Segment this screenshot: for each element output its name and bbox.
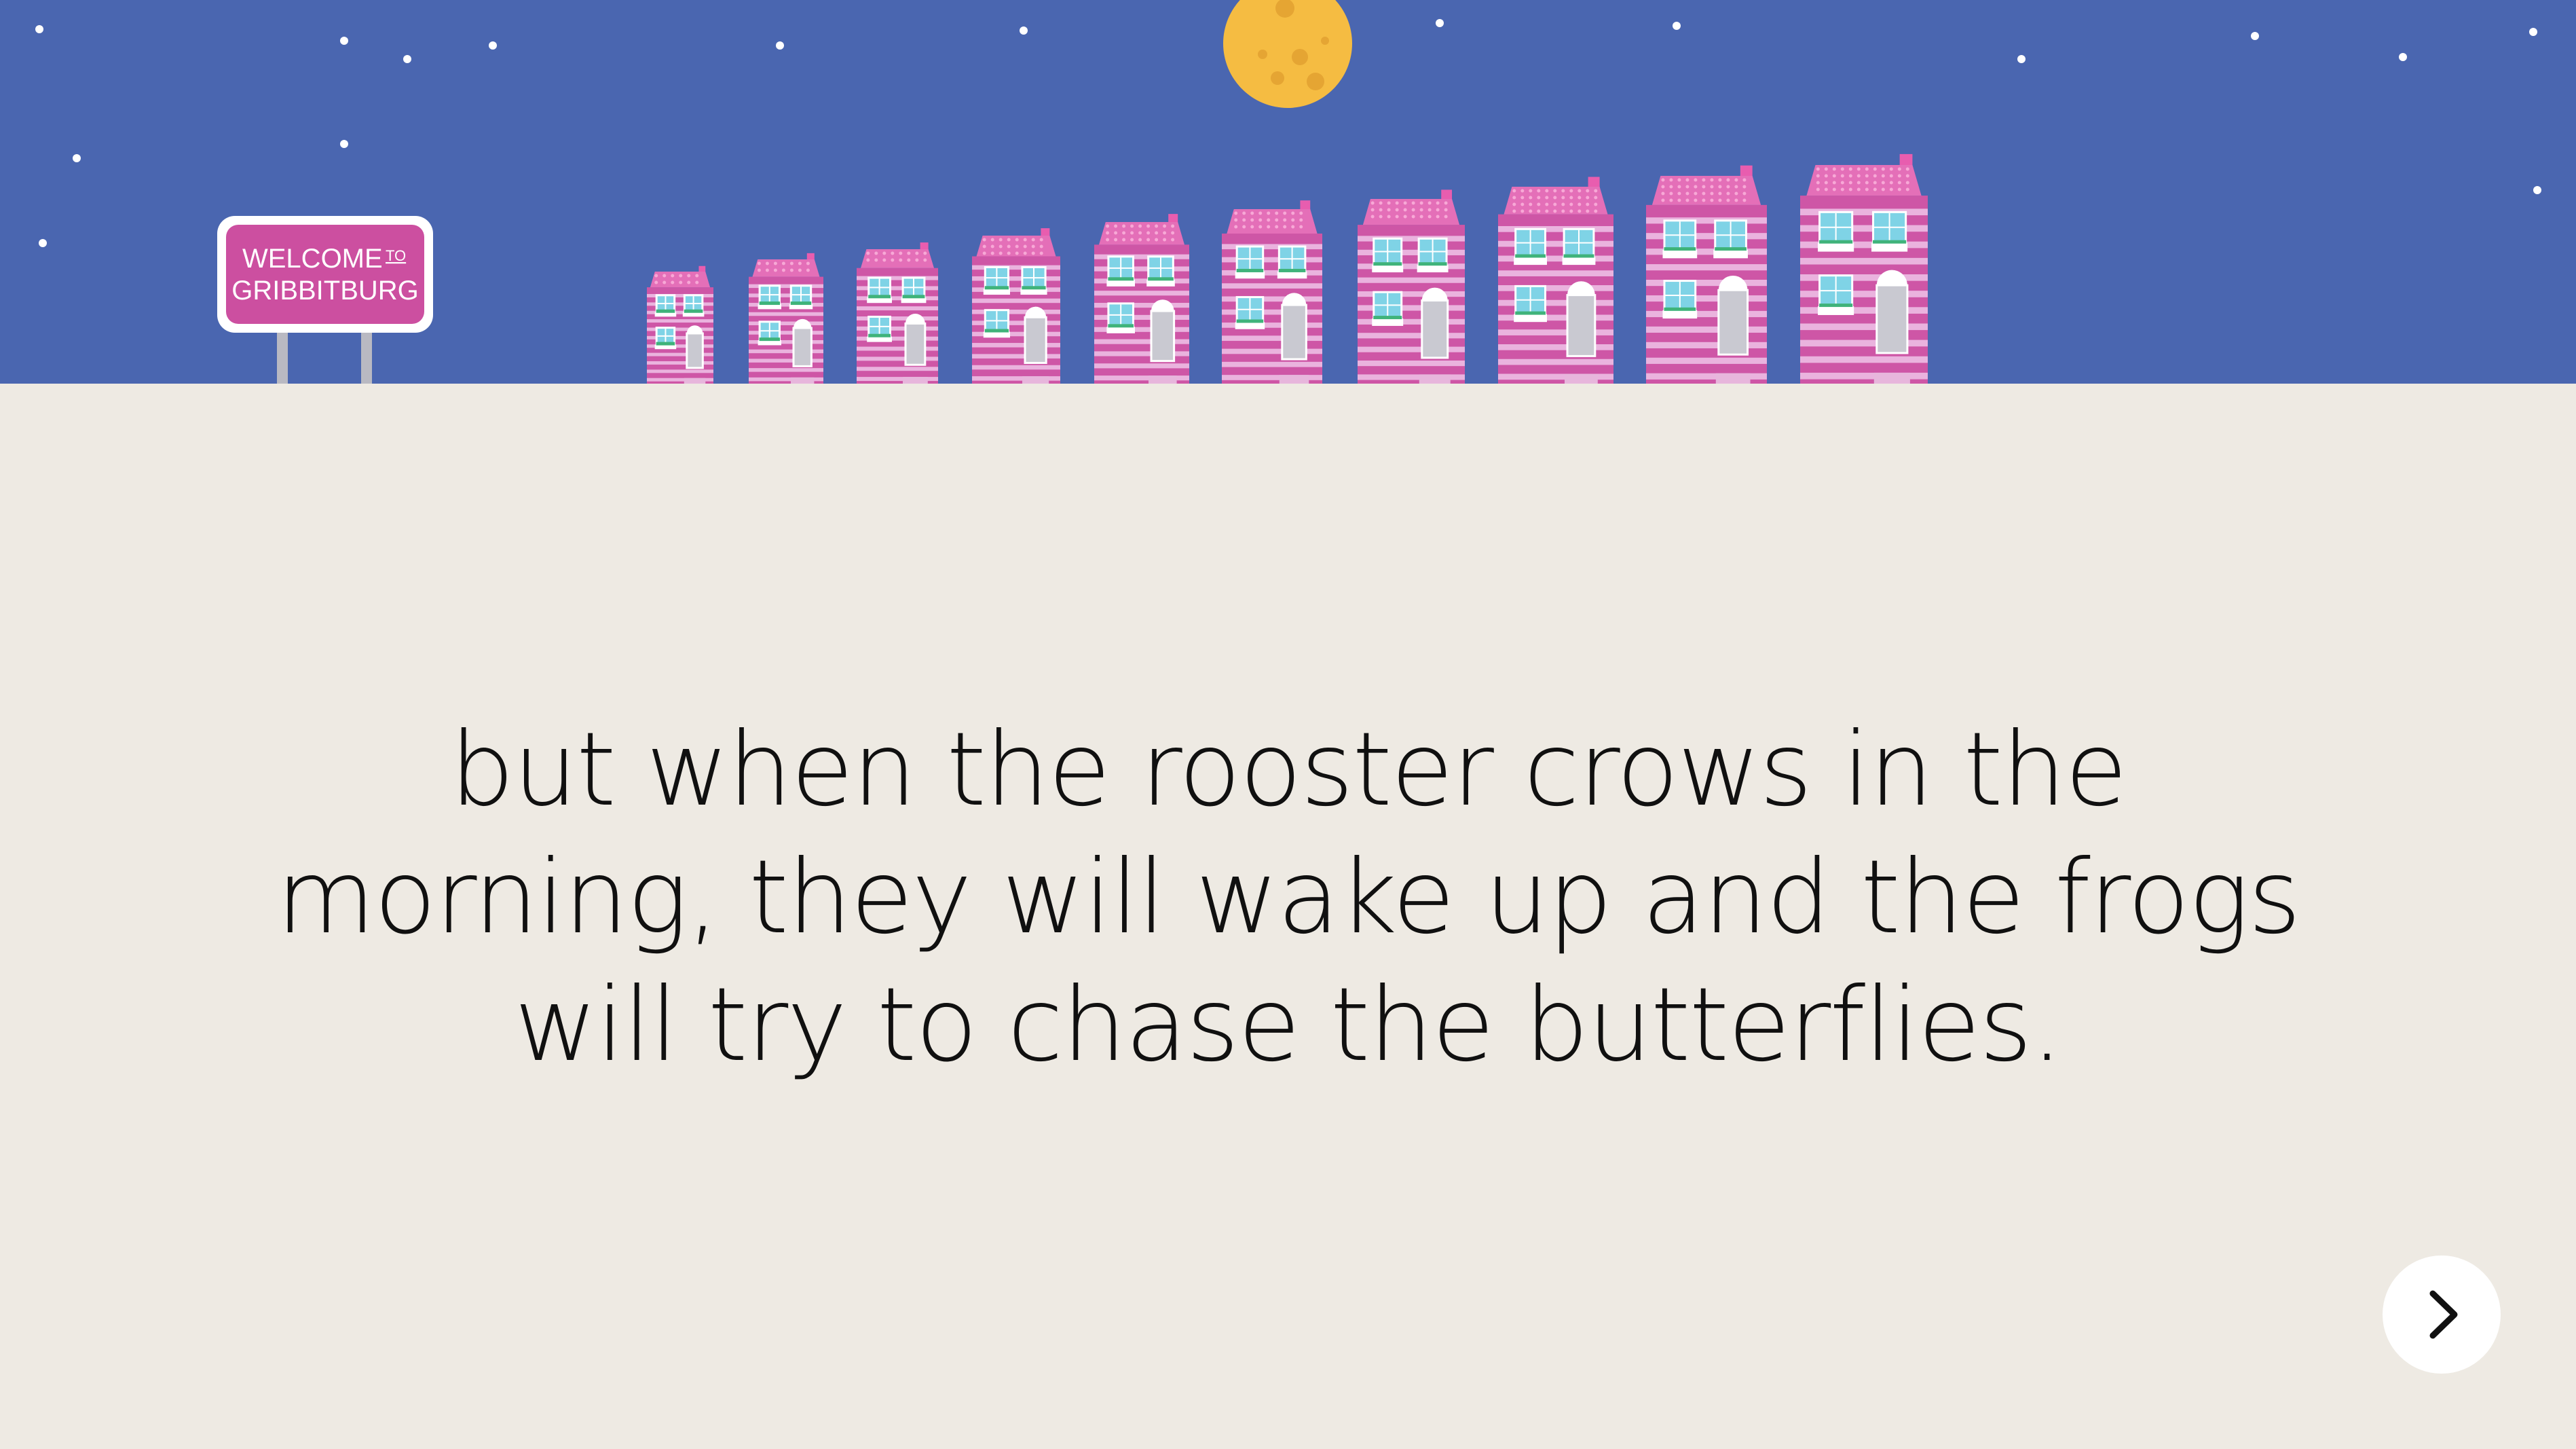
star: [340, 37, 348, 45]
sign-small-to: TO: [386, 247, 406, 264]
star: [1436, 19, 1444, 27]
house: [1358, 189, 1465, 384]
house: [1646, 165, 1767, 384]
night-town-scene: WELCOME TO GRIBBITBURG: [0, 0, 2576, 384]
house: [1222, 200, 1322, 384]
next-page-button[interactable]: [2383, 1255, 2501, 1374]
star: [403, 55, 411, 63]
story-text: but when the rooster crows in the mornin…: [276, 711, 2301, 1084]
star: [73, 154, 81, 162]
star: [2399, 53, 2407, 61]
star: [2533, 186, 2541, 194]
star: [2529, 28, 2537, 36]
star: [340, 140, 348, 148]
star: [39, 239, 47, 247]
star: [1673, 22, 1681, 30]
house: [749, 253, 823, 384]
sign-line-2: GRIBBITBURG: [231, 276, 419, 306]
chevron-right-icon: [2429, 1290, 2458, 1339]
scene-illustration: WELCOME TO GRIBBITBURG: [0, 0, 2576, 384]
star: [489, 41, 497, 50]
star: [35, 25, 43, 33]
house: [1498, 177, 1613, 384]
star: [2251, 32, 2259, 40]
house: [857, 242, 938, 384]
star: [776, 41, 784, 50]
house: [647, 265, 713, 384]
house: [1800, 153, 1928, 384]
house: [972, 228, 1060, 384]
house: [1094, 214, 1189, 384]
star: [2017, 55, 2026, 63]
star: [1020, 26, 1028, 35]
sign-line-1: WELCOME: [242, 244, 383, 274]
